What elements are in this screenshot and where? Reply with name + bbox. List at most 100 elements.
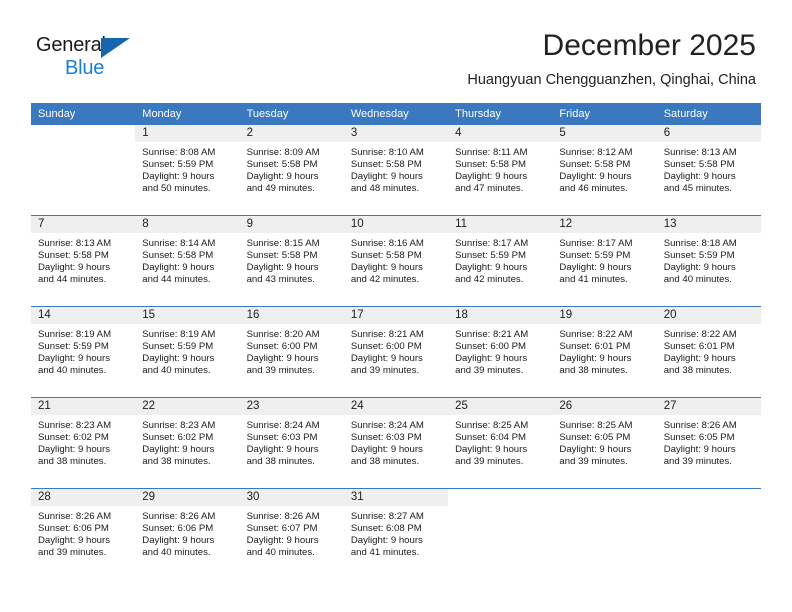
calendar-day-cell[interactable]: 14 Sunrise: 8:19 AM Sunset: 5:59 PM Dayligh… bbox=[31, 307, 136, 397]
calendar-day-cell[interactable]: 19 Sunrise: 8:22 AM Sunset: 6:01 PM Dayligh… bbox=[552, 307, 657, 397]
calendar-day-cell[interactable]: 22 Sunrise: 8:23 AM Sunset: 6:02 PM Dayligh… bbox=[135, 398, 240, 488]
day-details: Sunrise: 8:15 AM Sunset: 5:58 PM Daylight:… bbox=[240, 233, 344, 286]
day-detail-line: Sunrise: 8:25 AM bbox=[455, 420, 529, 431]
day-detail-line: Sunrise: 8:23 AM bbox=[38, 420, 112, 431]
day-detail-line: Daylight: 9 hours bbox=[663, 352, 736, 364]
day-detail-line: Daylight: 9 hours bbox=[455, 443, 528, 455]
calendar-day-cell[interactable]: 5 Sunrise: 8:12 AM Sunset: 5:58 PM Daylight… bbox=[552, 125, 657, 215]
generalblue-logo: General Blue bbox=[36, 34, 166, 82]
calendar-day-cell[interactable]: 25 Sunrise: 8:25 AM Sunset: 6:04 PM Dayligh… bbox=[448, 398, 553, 488]
calendar-day-cell[interactable]: 27 Sunrise: 8:26 AM Sunset: 6:05 PM Dayligh… bbox=[656, 398, 761, 488]
day-detail-line: Sunset: 5:58 PM bbox=[246, 158, 318, 170]
weekday-header-sunday: Sunday bbox=[31, 103, 136, 125]
day-number: 29 bbox=[135, 489, 240, 506]
weekday-header-friday: Friday bbox=[552, 103, 657, 125]
day-detail-line: Sunset: 6:04 PM bbox=[455, 431, 527, 443]
calendar-day-cell[interactable]: 4 Sunrise: 8:11 AM Sunset: 5:58 PM Daylight… bbox=[448, 125, 553, 215]
calendar-day-cell[interactable]: 11 Sunrise: 8:17 AM Sunset: 5:59 PM Dayligh… bbox=[448, 216, 553, 306]
day-detail-line: and 50 minutes. bbox=[142, 182, 211, 194]
day-detail-line: and 38 minutes. bbox=[350, 455, 420, 467]
day-detail-line: and 39 minutes. bbox=[663, 455, 732, 467]
day-details: Sunrise: 8:08 AM Sunset: 5:59 PM Daylight:… bbox=[135, 142, 239, 195]
day-detail-line: Sunrise: 8:24 AM bbox=[246, 420, 320, 431]
weekday-header-tuesday: Tuesday bbox=[239, 103, 344, 125]
day-detail-line: and 38 minutes. bbox=[246, 455, 315, 467]
day-detail-line: Sunrise: 8:26 AM bbox=[246, 511, 320, 522]
day-number bbox=[552, 489, 656, 506]
day-detail-line: Sunset: 5:58 PM bbox=[455, 158, 527, 170]
calendar-day-cell[interactable]: 9 Sunrise: 8:15 AM Sunset: 5:58 PM Daylight… bbox=[239, 216, 344, 306]
day-details: Sunrise: 8:26 AM Sunset: 6:05 PM Daylight:… bbox=[657, 415, 761, 468]
day-details: Sunrise: 8:17 AM Sunset: 5:59 PM Daylight:… bbox=[552, 233, 656, 286]
day-detail-line: Daylight: 9 hours bbox=[246, 352, 319, 364]
calendar-day-cell[interactable]: 10 Sunrise: 8:16 AM Sunset: 5:58 PM Dayligh… bbox=[343, 216, 449, 306]
day-detail-line: Sunrise: 8:19 AM bbox=[38, 329, 112, 340]
day-number: 21 bbox=[31, 398, 136, 415]
day-detail-line: and 38 minutes. bbox=[559, 364, 628, 376]
calendar-day-cell[interactable]: 20 Sunrise: 8:22 AM Sunset: 6:01 PM Dayligh… bbox=[656, 307, 761, 397]
day-details: Sunrise: 8:19 AM Sunset: 5:59 PM Daylight:… bbox=[135, 324, 239, 377]
calendar-day-cell[interactable]: 7 Sunrise: 8:13 AM Sunset: 5:58 PM Daylight… bbox=[31, 216, 136, 306]
day-detail-line: Daylight: 9 hours bbox=[246, 170, 319, 182]
day-detail-line: Daylight: 9 hours bbox=[38, 352, 110, 364]
day-detail-line: Sunset: 6:07 PM bbox=[246, 522, 318, 534]
day-number: 14 bbox=[31, 307, 136, 324]
day-detail-line: Sunset: 6:00 PM bbox=[350, 340, 422, 352]
calendar-day-cell[interactable]: 3 Sunrise: 8:10 AM Sunset: 5:58 PM Daylight… bbox=[343, 125, 449, 215]
title-block: December 2025 Huangyuan Chengguanzhen, Q… bbox=[467, 28, 756, 90]
calendar-day-cell[interactable]: 18 Sunrise: 8:21 AM Sunset: 6:00 PM Dayligh… bbox=[448, 307, 553, 397]
calendar-day-cell[interactable]: 17 Sunrise: 8:21 AM Sunset: 6:00 PM Dayligh… bbox=[343, 307, 449, 397]
day-detail-line: and 40 minutes. bbox=[142, 546, 211, 558]
calendar-day-cell[interactable]: 12 Sunrise: 8:17 AM Sunset: 5:59 PM Dayligh… bbox=[552, 216, 657, 306]
day-detail-line: Sunrise: 8:24 AM bbox=[350, 420, 424, 431]
day-detail-line: Sunset: 5:59 PM bbox=[142, 158, 214, 170]
day-number: 26 bbox=[552, 398, 657, 415]
day-detail-line: Sunset: 6:00 PM bbox=[455, 340, 527, 352]
day-detail-line: Sunset: 6:06 PM bbox=[38, 522, 109, 534]
day-details: Sunrise: 8:13 AM Sunset: 5:58 PM Daylight:… bbox=[657, 142, 761, 195]
calendar-day-cell[interactable]: 23 Sunrise: 8:24 AM Sunset: 6:03 PM Dayligh… bbox=[239, 398, 344, 488]
day-detail-line: Sunrise: 8:25 AM bbox=[559, 420, 633, 431]
calendar-day-cell[interactable]: 8 Sunrise: 8:14 AM Sunset: 5:58 PM Daylight… bbox=[135, 216, 240, 306]
calendar-grid: Sunday Monday Tuesday Wednesday Thursday Frid… bbox=[31, 103, 761, 579]
day-detail-line: and 42 minutes. bbox=[455, 273, 524, 285]
calendar-day-cell[interactable]: 16 Sunrise: 8:20 AM Sunset: 6:00 PM Dayligh… bbox=[239, 307, 344, 397]
calendar-day-cell[interactable]: 2 Sunrise: 8:09 AM Sunset: 5:58 PM Daylight… bbox=[239, 125, 344, 215]
day-detail-line: Sunset: 5:58 PM bbox=[350, 249, 422, 261]
masthead: General Blue December 2025 Huangyuan Che… bbox=[0, 0, 792, 100]
day-number: 31 bbox=[343, 489, 449, 506]
day-detail-line: and 47 minutes. bbox=[455, 182, 524, 194]
calendar-week-row: 1 Sunrise: 8:08 AM Sunset: 5:59 PM Daylight… bbox=[31, 125, 761, 216]
day-number: 19 bbox=[552, 307, 657, 324]
calendar-day-cell[interactable]: 15 Sunrise: 8:19 AM Sunset: 5:59 PM Dayligh… bbox=[135, 307, 240, 397]
calendar-day-cell-empty bbox=[31, 125, 135, 215]
day-detail-line: and 44 minutes. bbox=[38, 273, 107, 285]
calendar-day-cell[interactable]: 24 Sunrise: 8:24 AM Sunset: 6:03 PM Dayligh… bbox=[343, 398, 449, 488]
weekday-header-thursday: Thursday bbox=[448, 103, 553, 125]
day-number: 24 bbox=[343, 398, 449, 415]
calendar-day-cell[interactable]: 31 Sunrise: 8:27 AM Sunset: 6:08 PM Dayligh… bbox=[343, 489, 449, 579]
calendar-day-cell[interactable]: 21 Sunrise: 8:23 AM Sunset: 6:02 PM Dayligh… bbox=[31, 398, 136, 488]
day-detail-line: Sunset: 5:58 PM bbox=[663, 158, 735, 170]
calendar-day-cell[interactable]: 1 Sunrise: 8:08 AM Sunset: 5:59 PM Daylight… bbox=[135, 125, 240, 215]
calendar-day-cell[interactable]: 30 Sunrise: 8:26 AM Sunset: 6:07 PM Dayligh… bbox=[239, 489, 344, 579]
calendar-day-cell[interactable]: 28 Sunrise: 8:26 AM Sunset: 6:06 PM Dayligh… bbox=[31, 489, 136, 579]
calendar-day-cell[interactable]: 29 Sunrise: 8:26 AM Sunset: 6:06 PM Dayligh… bbox=[135, 489, 240, 579]
day-detail-line: Daylight: 9 hours bbox=[142, 352, 215, 364]
day-detail-line: Sunrise: 8:16 AM bbox=[350, 238, 424, 249]
day-detail-line: Sunrise: 8:17 AM bbox=[455, 238, 529, 249]
day-detail-line: Daylight: 9 hours bbox=[663, 170, 736, 182]
day-detail-line: Sunrise: 8:27 AM bbox=[350, 511, 424, 522]
day-detail-line: Daylight: 9 hours bbox=[246, 261, 319, 273]
calendar-body: 1 Sunrise: 8:08 AM Sunset: 5:59 PM Daylight… bbox=[31, 125, 761, 579]
day-details: Sunrise: 8:22 AM Sunset: 6:01 PM Daylight:… bbox=[552, 324, 656, 377]
day-detail-line: Sunset: 5:59 PM bbox=[663, 249, 735, 261]
day-detail-line: and 38 minutes. bbox=[663, 364, 732, 376]
logo-text-blue: Blue bbox=[65, 57, 105, 79]
calendar-day-cell[interactable]: 6 Sunrise: 8:13 AM Sunset: 5:58 PM Daylight… bbox=[656, 125, 761, 215]
calendar-day-cell[interactable]: 26 Sunrise: 8:25 AM Sunset: 6:05 PM Dayligh… bbox=[552, 398, 657, 488]
day-details: Sunrise: 8:26 AM Sunset: 6:06 PM Daylight:… bbox=[135, 506, 239, 559]
day-detail-line: Sunset: 5:58 PM bbox=[559, 158, 631, 170]
calendar-day-cell[interactable]: 13 Sunrise: 8:18 AM Sunset: 5:59 PM Dayligh… bbox=[656, 216, 761, 306]
day-detail-line: Daylight: 9 hours bbox=[663, 261, 736, 273]
